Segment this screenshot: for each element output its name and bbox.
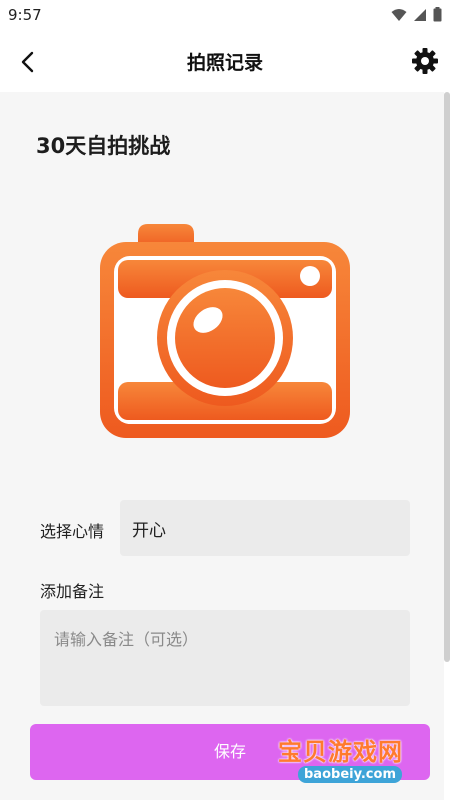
mood-selector[interactable]: 开心: [120, 500, 410, 556]
signal-icon: [414, 8, 426, 21]
mood-label: 选择心情: [40, 522, 105, 541]
gear-icon: [412, 48, 438, 74]
camera-icon: [100, 224, 350, 438]
status-time: 9:57: [8, 6, 42, 24]
scrollbar[interactable]: [444, 92, 450, 662]
battery-icon: [433, 7, 442, 22]
settings-button[interactable]: [410, 46, 440, 76]
status-icons: [391, 7, 442, 22]
challenge-title: 30天自拍挑战: [36, 134, 171, 158]
app-header: 拍照记录: [0, 32, 450, 92]
note-label: 添加备注: [40, 582, 105, 601]
wifi-icon: [391, 8, 407, 21]
status-bar: 9:57: [0, 0, 450, 32]
page-title: 拍照记录: [186, 52, 263, 74]
save-button[interactable]: 保存: [30, 724, 430, 780]
main-content[interactable]: 30天自拍挑战 选择心情 开心 添加备注 请输入备注（可选） 保存 宝贝游戏网 …: [0, 92, 444, 800]
camera-illustration: [98, 220, 352, 440]
note-input[interactable]: [40, 610, 410, 706]
